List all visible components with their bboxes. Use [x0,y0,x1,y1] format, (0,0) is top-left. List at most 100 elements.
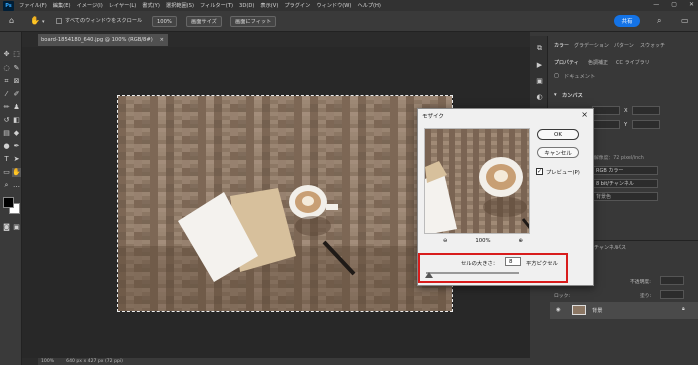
search-icon[interactable]: ⌕ [657,16,661,26]
mosaic-photo [118,96,452,311]
lasso-tool-icon[interactable]: ◌ [2,64,11,73]
dodge-tool-icon[interactable]: ● [2,142,11,151]
artboard-tool-icon[interactable]: ⬚ [12,50,21,59]
status-bar: 100% 640 px x 427 px (72 ppi) [38,358,530,365]
layer-name: 背景 [592,308,603,314]
layer-row[interactable]: ◉ 背景 🔒︎ [550,302,698,319]
cell-size-slider-thumb[interactable] [425,272,433,278]
screen-mode-icon[interactable]: ▣ [12,223,21,232]
cancel-button[interactable]: キャンセル [537,147,579,158]
pencil-tool-icon[interactable]: ✏ [2,103,11,112]
bit-depth-select[interactable]: 8 bit/チャンネル [592,179,658,188]
gradient-tool-icon[interactable]: ▤ [2,129,11,138]
eyedropper-tool-icon[interactable]: ⁄ [2,90,11,99]
shape-tool-icon[interactable]: ▭ [2,168,11,177]
fit-screen-button[interactable]: 画面サイズ [186,16,222,27]
quick-select-tool-icon[interactable]: ✎ [12,64,21,73]
hand-tool-icon[interactable]: ✋ [30,16,40,25]
visibility-eye-icon[interactable]: ◉ [556,307,561,313]
actions-panel-icon[interactable]: ▶ [535,60,544,69]
menu-view[interactable]: 表示(V) [260,2,278,9]
fill-screen-button[interactable]: 画面にフィット [230,16,277,27]
crop-tool-icon[interactable]: ⌗ [2,77,11,86]
tab-properties[interactable]: プロパティ [554,59,579,66]
scroll-all-checkbox[interactable] [56,18,62,24]
type-tool-icon[interactable]: T [2,155,11,164]
chevron-down-icon[interactable]: ▾ [554,92,557,98]
window-controls: — ▢ ✕ [653,1,694,8]
document-tab-title: board-1854180_640.jpg @ 100% (RGB/8#) [41,37,153,43]
pen-tool-icon[interactable]: ✒ [12,142,21,151]
close-tab-icon[interactable]: × [160,37,164,43]
menu-file[interactable]: ファイル(F) [19,2,47,9]
menu-3d[interactable]: 3D(D) [239,3,254,9]
brush-tool-icon[interactable]: ✐ [12,90,21,99]
cell-size-input[interactable]: 8 [505,257,521,266]
tab-cc-libraries[interactable]: CC ライブラリ [616,59,650,66]
menu-image[interactable]: イメージ(I) [77,2,103,9]
document-label: ドキュメント [564,74,596,80]
zoom-in-icon[interactable]: ⊕ [519,238,523,244]
menu-select[interactable]: 選択範囲(S) [166,2,194,9]
background-color-select[interactable]: 背景色 [592,192,658,201]
path-select-tool-icon[interactable]: ➤ [12,155,21,164]
canvas-x-field[interactable] [632,106,660,115]
lock-label: ロック: [554,294,571,299]
dialog-title: モザイク [422,114,444,120]
clone-stamp-tool-icon[interactable]: ♟ [12,103,21,112]
tab-color[interactable]: カラー [554,42,569,49]
minimize-icon[interactable]: — [653,1,659,8]
close-icon[interactable]: ✕ [689,1,694,8]
zoom-out-icon[interactable]: ⊖ [443,238,447,244]
chevron-down-icon[interactable]: ▾ [42,19,45,25]
comments-panel-icon[interactable]: ▣ [535,76,544,85]
status-zoom: 100% [41,359,55,364]
zoom-tool-icon[interactable]: ⌕ [2,181,11,190]
filter-preview[interactable] [424,128,530,234]
cell-size-slider-track[interactable] [426,272,519,274]
quick-mask-icon[interactable]: ◙ [2,223,11,232]
menu-type[interactable]: 書式(Y) [142,2,160,9]
more-tools-icon[interactable]: … [12,181,21,190]
history-brush-tool-icon[interactable]: ↺ [2,116,11,125]
dialog-close-icon[interactable]: × [581,110,588,119]
move-tool-icon[interactable]: ✥ [2,50,11,59]
resolution-label: 解像度：72 pixel/inch [594,156,644,161]
canvas-width-field[interactable] [592,106,620,115]
menu-window[interactable]: ウィンドウ(W) [316,2,351,9]
history-panel-icon[interactable]: ⧉ [535,44,544,53]
home-icon[interactable]: ⌂ [9,16,14,25]
color-mode-select[interactable]: RGB カラー [592,166,658,175]
menu-help[interactable]: ヘルプ(H) [357,2,381,9]
frame-tool-icon[interactable]: ⊠ [12,77,21,86]
adjustments-panel-icon[interactable]: ◐ [535,92,544,101]
opacity-field[interactable] [660,276,684,285]
layer-thumbnail [572,305,586,315]
blur-tool-icon[interactable]: ◆ [12,129,21,138]
tab-swatches[interactable]: スウォッチ [640,42,665,49]
document-image[interactable] [117,95,453,312]
fill-field[interactable] [660,290,684,299]
canvas-y-field[interactable] [632,120,660,129]
tab-patterns[interactable]: パターン [614,42,634,49]
menu-layer[interactable]: レイヤー(L) [109,2,137,9]
tab-gradients[interactable]: グラデーション [574,42,609,49]
document-tab[interactable]: board-1854180_640.jpg @ 100% (RGB/8#) × [38,34,168,46]
maximize-icon[interactable]: ▢ [671,1,677,8]
mosaic-dialog: モザイク × OK キャンセル ✓ プレビュー(P) ⊖ 100% ⊕ セルの大… [417,108,594,286]
menu-filter[interactable]: フィルター(T) [200,2,233,9]
ok-button[interactable]: OK [537,129,579,140]
fill-label: 塗り: [640,294,652,299]
foreground-color-swatch[interactable] [3,197,14,208]
share-button[interactable]: 共有 [614,15,640,27]
canvas-height-field[interactable] [592,120,620,129]
menu-plugins[interactable]: プラグイン [284,2,310,9]
hand-tool-icon[interactable]: ✋ [12,168,21,177]
zoom-value-button[interactable]: 100% [152,16,177,27]
eraser-tool-icon[interactable]: ◧ [12,116,21,125]
menu-edit[interactable]: 編集(E) [53,2,71,9]
tab-adjustments[interactable]: 色調補正 [588,59,608,66]
workspace-icon[interactable]: ▭ [681,16,689,25]
preview-checkbox[interactable]: ✓ [536,168,543,175]
tab-paths[interactable]: パス [616,244,626,251]
